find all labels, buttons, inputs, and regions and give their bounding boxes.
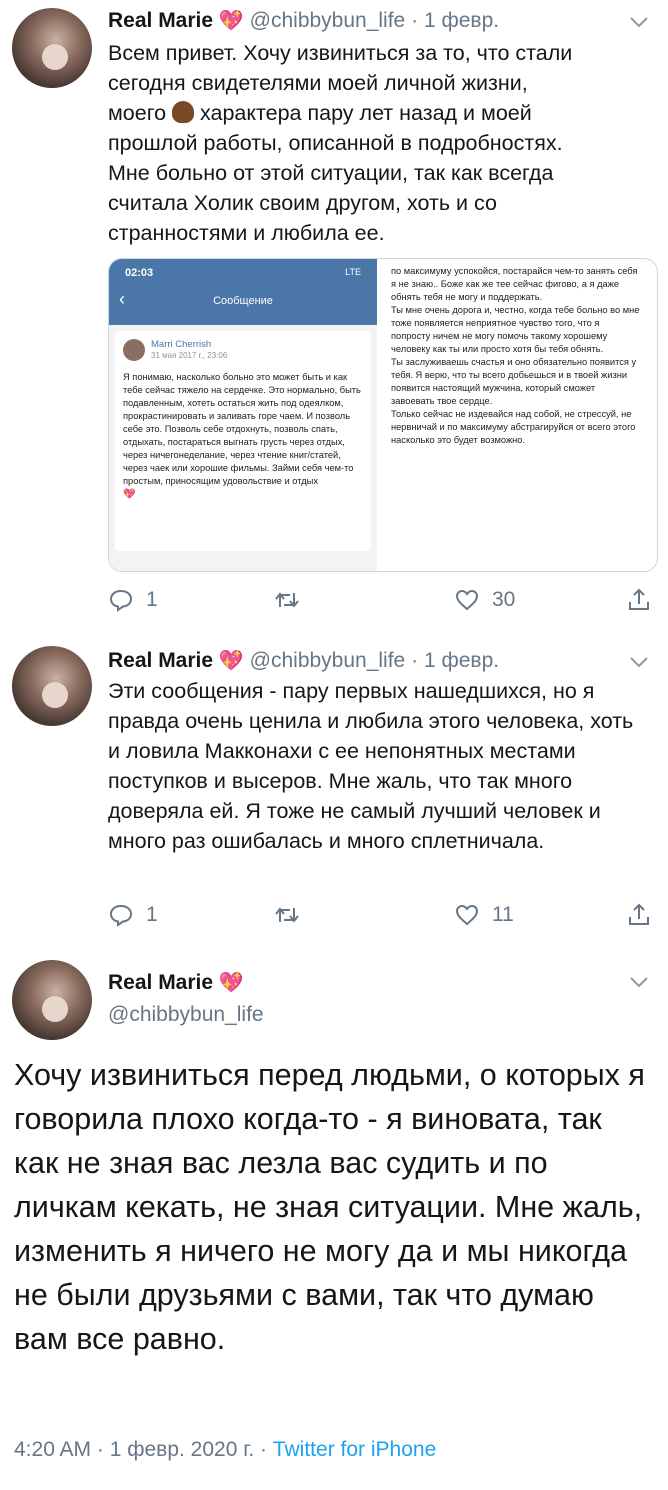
share-icon: [629, 588, 649, 610]
tweet-timestamp: 4:20 AM · 1 февр. 2020 г. · Twitter for …: [14, 1438, 437, 1461]
avatar[interactable]: [12, 960, 92, 1040]
sparkling-heart-icon: 💖: [123, 489, 136, 500]
retweet-icon: [275, 592, 299, 608]
sparkling-heart-icon: 💖: [218, 650, 244, 672]
like-button[interactable]: 11: [454, 900, 514, 930]
reply-icon: [109, 589, 133, 612]
tweet-text: Хочу извиниться перед людьми, о которых …: [14, 1058, 645, 1356]
tweet-header: Real Marie 💖 @chibbybun_life · 1 февр.: [108, 8, 499, 34]
like-button[interactable]: 30: [454, 585, 515, 615]
tweet-date[interactable]: 1 февр.: [424, 9, 499, 32]
avatar[interactable]: [12, 8, 92, 88]
share-button[interactable]: [626, 585, 652, 615]
chevron-down-icon[interactable]: [628, 654, 650, 670]
retweet-icon: [275, 907, 299, 923]
like-icon: [455, 589, 479, 611]
reply-button[interactable]: 1: [108, 900, 158, 930]
retweet-button[interactable]: [274, 585, 300, 615]
poop-emoji-icon: [172, 101, 195, 123]
vk-header: 02:03 LTE ‹ Сообщение: [109, 259, 377, 325]
display-name[interactable]: Real Marie: [108, 649, 213, 672]
tweet-header: Real Marie 💖 @chibbybun_life · 1 февр.: [108, 648, 499, 674]
separator-dot: ·: [411, 649, 419, 672]
vk-screenshot: 02:03 LTE ‹ Сообщение Marri Cherrish 31 …: [109, 259, 377, 571]
tweet-text: Всем привет. Хочу извиниться за то, что …: [108, 41, 573, 245]
share-button[interactable]: [626, 900, 652, 930]
tweet-actions: 1 30: [108, 585, 656, 615]
tweet-actions: 1 11: [108, 900, 656, 930]
tweet-header: Real Marie 💖: [108, 970, 244, 996]
chevron-down-icon[interactable]: [628, 974, 650, 990]
separator-dot: ·: [411, 9, 419, 32]
reply-button[interactable]: 1: [108, 585, 158, 615]
sparkling-heart-icon: 💖: [218, 972, 244, 994]
user-handle[interactable]: @chibbybun_life: [250, 649, 406, 672]
message-avatar: [123, 339, 145, 361]
message-card: Marri Cherrish 31 мая 2017 г., 23:06 Я п…: [115, 331, 371, 551]
tweet-media-image[interactable]: 02:03 LTE ‹ Сообщение Marri Cherrish 31 …: [108, 258, 658, 572]
retweet-button[interactable]: [274, 900, 300, 930]
user-handle[interactable]: @chibbybun_life: [250, 9, 406, 32]
display-name[interactable]: Real Marie: [108, 971, 213, 994]
tweet-date[interactable]: 1 февр.: [424, 649, 499, 672]
share-icon: [629, 903, 649, 925]
message-continuation: по максимуму успокойся, постарайся чем-т…: [391, 266, 640, 445]
reply-icon: [109, 904, 133, 927]
display-name[interactable]: Real Marie: [108, 9, 213, 32]
chevron-down-icon[interactable]: [628, 14, 650, 30]
sparkling-heart-icon: 💖: [218, 10, 244, 32]
user-handle[interactable]: @chibbybun_life: [108, 1002, 264, 1028]
tweet-text: Эти сообщения - пару первых нашедшихся, …: [108, 679, 634, 853]
source-link[interactable]: Twitter for iPhone: [273, 1438, 436, 1461]
message-body: Я понимаю, насколько больно это может бы…: [123, 372, 361, 500]
avatar[interactable]: [12, 646, 92, 726]
like-icon: [455, 904, 479, 926]
